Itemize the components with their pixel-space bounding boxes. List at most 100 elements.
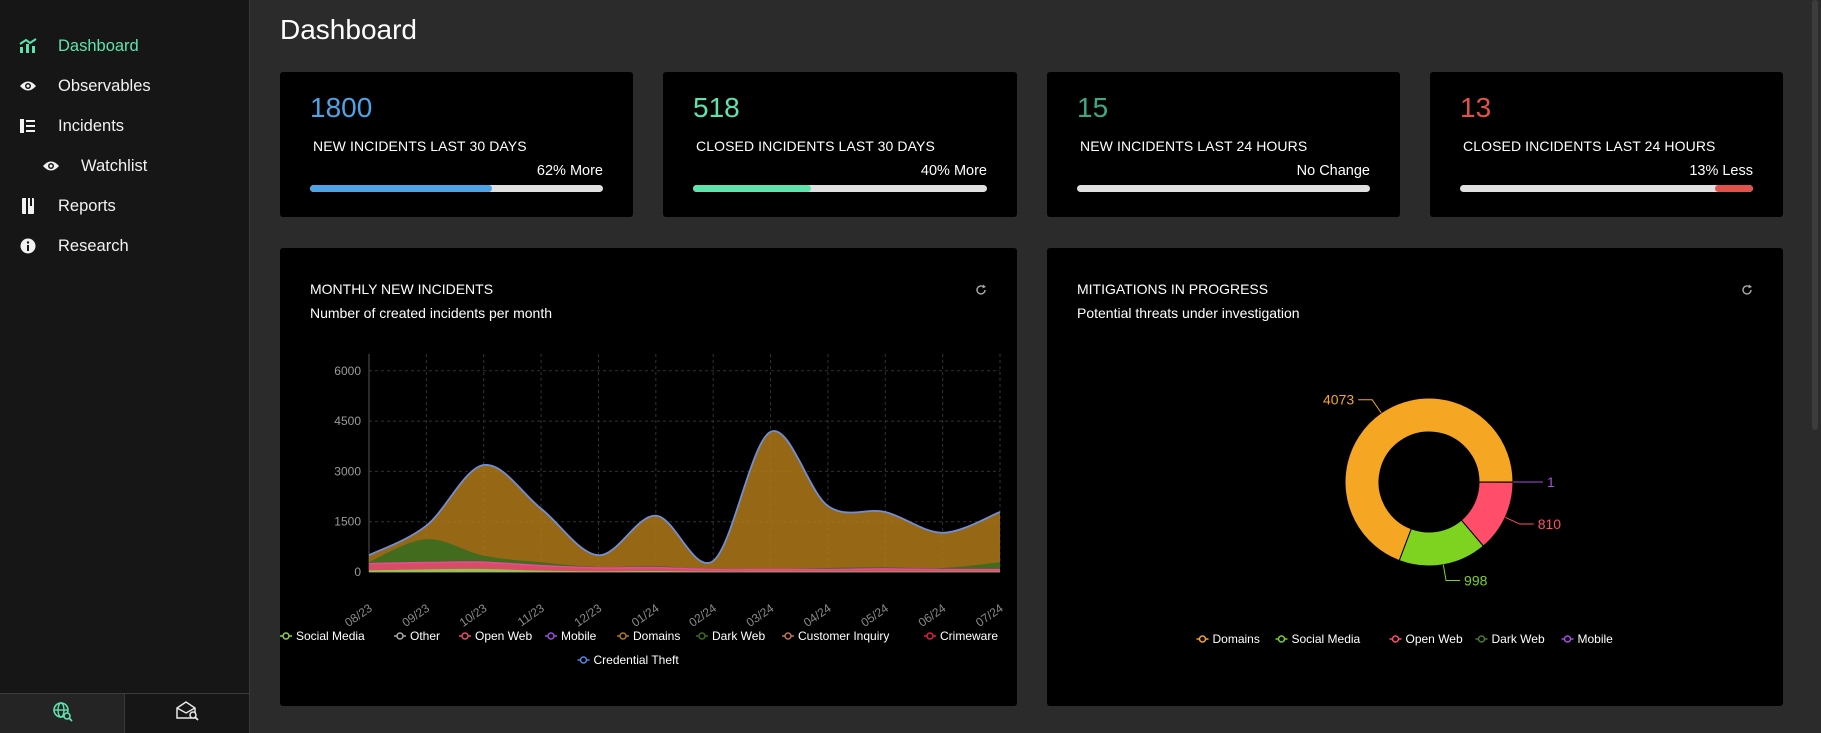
progress-fill: [310, 185, 492, 192]
legend-marker: [784, 632, 792, 640]
stat-label: CLOSED INCIDENTS LAST 24 HOURS: [1463, 138, 1716, 154]
legend-label: Open Web: [1406, 632, 1463, 646]
info-icon: [19, 237, 37, 255]
sidebar-item-label: Dashboard: [58, 36, 139, 55]
stat-label: CLOSED INCIDENTS LAST 30 DAYS: [696, 138, 935, 154]
legend-item: Domains: [617, 629, 680, 643]
legend-marker: [547, 632, 555, 640]
progress-bar: [1460, 185, 1753, 192]
legend-marker: [1391, 635, 1400, 643]
legend-item: Social Media: [280, 629, 365, 643]
x-tick-label: 08/23: [342, 601, 375, 630]
legend-item: Credential Theft: [577, 653, 679, 667]
legend-label: Other: [410, 629, 440, 643]
legend-label: Mobile: [561, 629, 597, 643]
legend-label: Domains: [1213, 632, 1260, 646]
legend-marker: [1277, 635, 1286, 643]
sidebar-item-watchlist[interactable]: Watchlist: [0, 148, 249, 184]
donut-data-label: 4073: [1323, 392, 1354, 408]
x-tick-label: 09/23: [399, 601, 432, 630]
legend-marker: [926, 632, 934, 640]
stat-label: NEW INCIDENTS LAST 24 HOURS: [1080, 138, 1308, 154]
scrollbar-thumb[interactable]: [1812, 0, 1818, 430]
x-tick-label: 07/24: [973, 601, 1006, 630]
legend-item: Customer Inquiry: [782, 629, 889, 643]
mitigations-panel: MITIGATIONS IN PROGRESS Potential threat…: [1047, 248, 1783, 706]
mail-search-icon: [175, 700, 199, 727]
legend-label: Dark Web: [712, 629, 765, 643]
stat-card-new-24h: 15 NEW INCIDENTS LAST 24 HOURS No Change: [1047, 72, 1400, 217]
legend-label: Social Media: [296, 629, 365, 643]
stat-value: 1800: [310, 92, 373, 123]
stat-value: 518: [693, 92, 740, 123]
legend-label: Mobile: [1578, 632, 1614, 646]
legend-label: Social Media: [1292, 632, 1361, 646]
progress-fill: [1714, 185, 1753, 192]
stat-change: 13% Less: [1689, 163, 1753, 179]
legend-item: Social Media: [1275, 632, 1361, 646]
y-tick-label: 1500: [334, 515, 361, 529]
stat-change: No Change: [1296, 163, 1370, 179]
x-tick-label: 03/24: [744, 601, 777, 630]
legend-item: Crimeware: [924, 629, 998, 643]
x-tick-label: 01/24: [629, 601, 662, 630]
legend-marker: [282, 632, 290, 640]
legend-label: Crimeware: [940, 629, 998, 643]
legend-marker: [396, 632, 404, 640]
sidebar-item-label: Incidents: [58, 116, 125, 135]
legend-item: Domains: [1196, 632, 1260, 646]
y-tick-label: 6000: [334, 364, 361, 378]
sidebar-footer: [0, 693, 249, 733]
progress-bar: [1077, 185, 1370, 192]
legend-item: Dark Web: [696, 629, 765, 643]
legend-marker: [579, 656, 588, 664]
chart-icon: [19, 37, 37, 55]
x-tick-label: 05/24: [858, 601, 891, 630]
x-tick-label: 02/24: [686, 601, 719, 630]
legend-label: Customer Inquiry: [798, 629, 889, 643]
sidebar-item-observables[interactable]: Observables: [0, 68, 249, 104]
legend-item: Mobile: [1561, 632, 1614, 646]
y-tick-label: 4500: [334, 414, 361, 428]
stat-value: 15: [1077, 92, 1109, 123]
eye-icon: [42, 157, 60, 175]
sidebar-item-incidents[interactable]: Incidents: [0, 108, 249, 144]
stat-change: 62% More: [536, 163, 603, 179]
page-title: Dashboard: [280, 14, 417, 45]
sidebar-item-label: Reports: [58, 196, 116, 215]
donut-data-label: 998: [1464, 573, 1488, 589]
legend-label: Domains: [633, 629, 680, 643]
stat-card-closed-24h: 13 CLOSED INCIDENTS LAST 24 HOURS 13% Le…: [1430, 72, 1783, 217]
legend-label: Open Web: [475, 629, 532, 643]
sidebar-item-label: Research: [58, 236, 129, 255]
legend-item: Other: [394, 629, 440, 643]
legend-marker: [1563, 635, 1572, 643]
mitigations-chart: 4073 998 810 1 Domains Social Media Open Web Da…: [1196, 392, 1614, 646]
sidebar-item-label: Observables: [58, 76, 151, 95]
mail-search-button[interactable]: [125, 694, 249, 733]
scrollbar[interactable]: [1807, 0, 1821, 733]
x-tick-label: 06/24: [916, 601, 949, 630]
legend-label: Dark Web: [1492, 632, 1545, 646]
globe-search-button[interactable]: [0, 694, 125, 733]
x-tick-label: 10/23: [457, 601, 490, 630]
sidebar-item-dashboard[interactable]: Dashboard: [0, 28, 249, 64]
legend-item: Mobile: [545, 629, 597, 643]
legend-marker: [461, 632, 469, 640]
monthly-incidents-panel: MONTHLY NEW INCIDENTS Number of created …: [280, 248, 1017, 706]
sidebar-item-reports[interactable]: Reports: [0, 188, 249, 224]
stat-card-closed-30d: 518 CLOSED INCIDENTS LAST 30 DAYS 40% Mo…: [663, 72, 1017, 217]
legend-marker: [698, 632, 706, 640]
donut-label-line: [1505, 516, 1534, 525]
sidebar-item-research[interactable]: Research: [0, 228, 249, 264]
eye-icon: [19, 77, 37, 95]
stat-value: 13: [1460, 92, 1492, 123]
legend-item: Dark Web: [1475, 632, 1545, 646]
y-tick-label: 0: [354, 565, 361, 579]
x-tick-label: 11/23: [515, 601, 547, 629]
donut-label-line: [1358, 399, 1382, 414]
x-tick-label: 12/23: [572, 601, 605, 630]
donut-label-line: [1442, 564, 1461, 582]
legend-marker: [619, 632, 627, 640]
stat-change: 40% More: [920, 163, 987, 179]
